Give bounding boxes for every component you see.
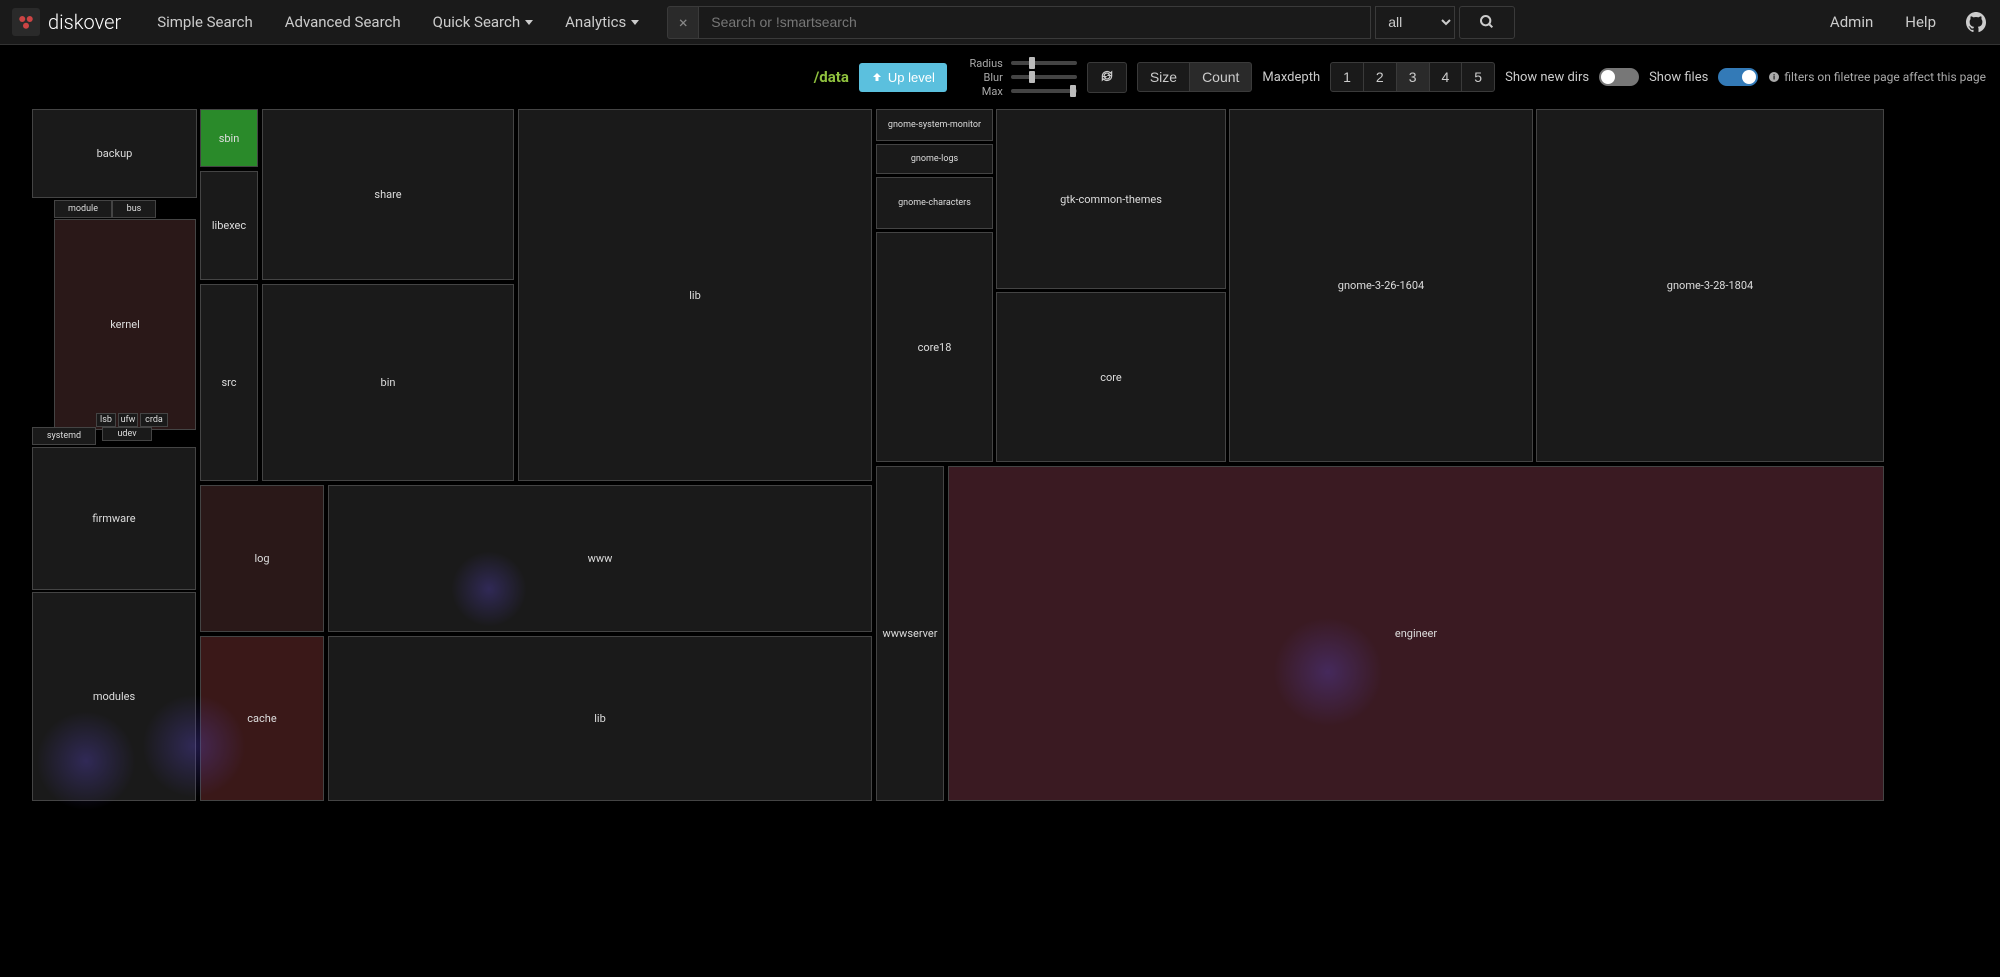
- max-label: Max: [965, 85, 1003, 98]
- treemap-cell-firmware[interactable]: firmware: [32, 447, 196, 590]
- treemap-cell-lsb[interactable]: lsb: [96, 413, 116, 427]
- maxdepth-label: Maxdepth: [1262, 70, 1320, 85]
- caret-down-icon: [631, 20, 639, 25]
- depth-2[interactable]: 2: [1363, 62, 1397, 92]
- treemap-cell-www[interactable]: www: [328, 485, 872, 632]
- treemap-cell-core18[interactable]: core18: [876, 232, 993, 462]
- nav-admin[interactable]: Admin: [1814, 0, 1889, 45]
- treemap-cell-sbin[interactable]: sbin: [200, 109, 258, 167]
- filter-info: i filters on filetree page affect this p…: [1768, 70, 1986, 84]
- refresh-icon: [1100, 69, 1114, 83]
- brand-name: diskover: [48, 10, 121, 34]
- search-group: × all: [667, 6, 1515, 39]
- treemap-cell-backup[interactable]: backup: [32, 109, 197, 198]
- clear-search-button[interactable]: ×: [667, 6, 699, 39]
- treemap-cell-gnome-system-monitor[interactable]: gnome-system-monitor: [876, 109, 993, 141]
- treemap-cell-gnome-logs[interactable]: gnome-logs: [876, 144, 993, 174]
- search-icon: [1479, 14, 1495, 30]
- treemap-cell-share[interactable]: share: [262, 109, 514, 280]
- up-arrow-icon: [871, 71, 883, 83]
- show-new-dirs-label: Show new dirs: [1505, 70, 1589, 85]
- show-files-toggle[interactable]: [1718, 68, 1758, 86]
- depth-4[interactable]: 4: [1429, 62, 1463, 92]
- blur-slider[interactable]: [1011, 75, 1077, 79]
- treemap-cell-log[interactable]: log: [200, 485, 324, 632]
- size-count-group: Size Count: [1137, 62, 1253, 92]
- nav-right: Admin Help: [1814, 0, 1988, 45]
- treemap-cell-wwwserver[interactable]: wwwserver: [876, 466, 944, 801]
- brand[interactable]: diskover: [12, 8, 121, 36]
- maxdepth-group: 1 2 3 4 5: [1330, 62, 1495, 92]
- treemap-cell-gtk-common-themes[interactable]: gtk-common-themes: [996, 109, 1226, 289]
- brand-logo-icon: [12, 8, 40, 36]
- radius-slider[interactable]: [1011, 61, 1077, 65]
- svg-text:i: i: [1773, 74, 1775, 82]
- treemap-cell-udev[interactable]: udev: [102, 427, 152, 441]
- nav-simple-search[interactable]: Simple Search: [141, 0, 269, 45]
- sliders: Radius Blur Max: [965, 57, 1077, 98]
- filter-select[interactable]: all: [1375, 6, 1455, 39]
- treemap-cell-engineer[interactable]: engineer: [948, 466, 1884, 801]
- up-level-button[interactable]: Up level: [859, 63, 947, 92]
- treemap: backup modulebuskernelsystemdlsbufwcrdaud…: [14, 109, 1986, 959]
- current-path: /data: [814, 68, 849, 86]
- treemap-cell-libexec[interactable]: libexec: [200, 171, 258, 280]
- refresh-button[interactable]: [1087, 62, 1127, 93]
- size-button[interactable]: Size: [1137, 62, 1190, 92]
- treemap-cell-gnome-characters[interactable]: gnome-characters: [876, 177, 993, 229]
- nav-analytics[interactable]: Analytics: [549, 0, 655, 45]
- search-button[interactable]: [1459, 6, 1515, 39]
- info-icon: i: [1768, 71, 1780, 83]
- show-files-label: Show files: [1649, 70, 1708, 85]
- depth-3[interactable]: 3: [1396, 62, 1430, 92]
- depth-5[interactable]: 5: [1461, 62, 1495, 92]
- search-input[interactable]: [699, 6, 1371, 39]
- treemap-cell-core[interactable]: core: [996, 292, 1226, 462]
- count-button[interactable]: Count: [1189, 62, 1252, 92]
- treemap-cell-kernel[interactable]: kernel: [54, 219, 196, 430]
- treemap-cell-crda[interactable]: crda: [140, 413, 168, 427]
- controls-bar: /data Up level Radius Blur Max Size Coun…: [0, 45, 2000, 109]
- treemap-cell-gnome-3-28-1804[interactable]: gnome-3-28-1804: [1536, 109, 1884, 462]
- treemap-cell-lib[interactable]: lib: [518, 109, 872, 481]
- treemap-cell-module[interactable]: module: [54, 200, 112, 218]
- nav-links: Simple Search Advanced Search Quick Sear…: [141, 0, 655, 45]
- treemap-cell-lib2[interactable]: lib: [328, 636, 872, 801]
- blur-label: Blur: [965, 71, 1003, 84]
- treemap-cell-gnome-3-26-1604[interactable]: gnome-3-26-1604: [1229, 109, 1533, 462]
- treemap-cell-bin[interactable]: bin: [262, 284, 514, 481]
- treemap-cell-systemd[interactable]: systemd: [32, 427, 96, 445]
- nav-help[interactable]: Help: [1889, 0, 1952, 45]
- max-slider[interactable]: [1011, 89, 1077, 93]
- show-new-dirs-toggle[interactable]: [1599, 68, 1639, 86]
- treemap-cell-ufw[interactable]: ufw: [118, 413, 138, 427]
- treemap-cell-src[interactable]: src: [200, 284, 258, 481]
- treemap-cell-bus[interactable]: bus: [112, 200, 156, 218]
- nav-advanced-search[interactable]: Advanced Search: [269, 0, 417, 45]
- radius-label: Radius: [965, 57, 1003, 70]
- depth-1[interactable]: 1: [1330, 62, 1364, 92]
- nav-quick-search[interactable]: Quick Search: [417, 0, 550, 45]
- caret-down-icon: [525, 20, 533, 25]
- github-icon[interactable]: [1964, 10, 1988, 34]
- treemap-cell-cache[interactable]: cache: [200, 636, 324, 801]
- navbar: diskover Simple Search Advanced Search Q…: [0, 0, 2000, 45]
- treemap-cell-modules[interactable]: modules: [32, 592, 196, 801]
